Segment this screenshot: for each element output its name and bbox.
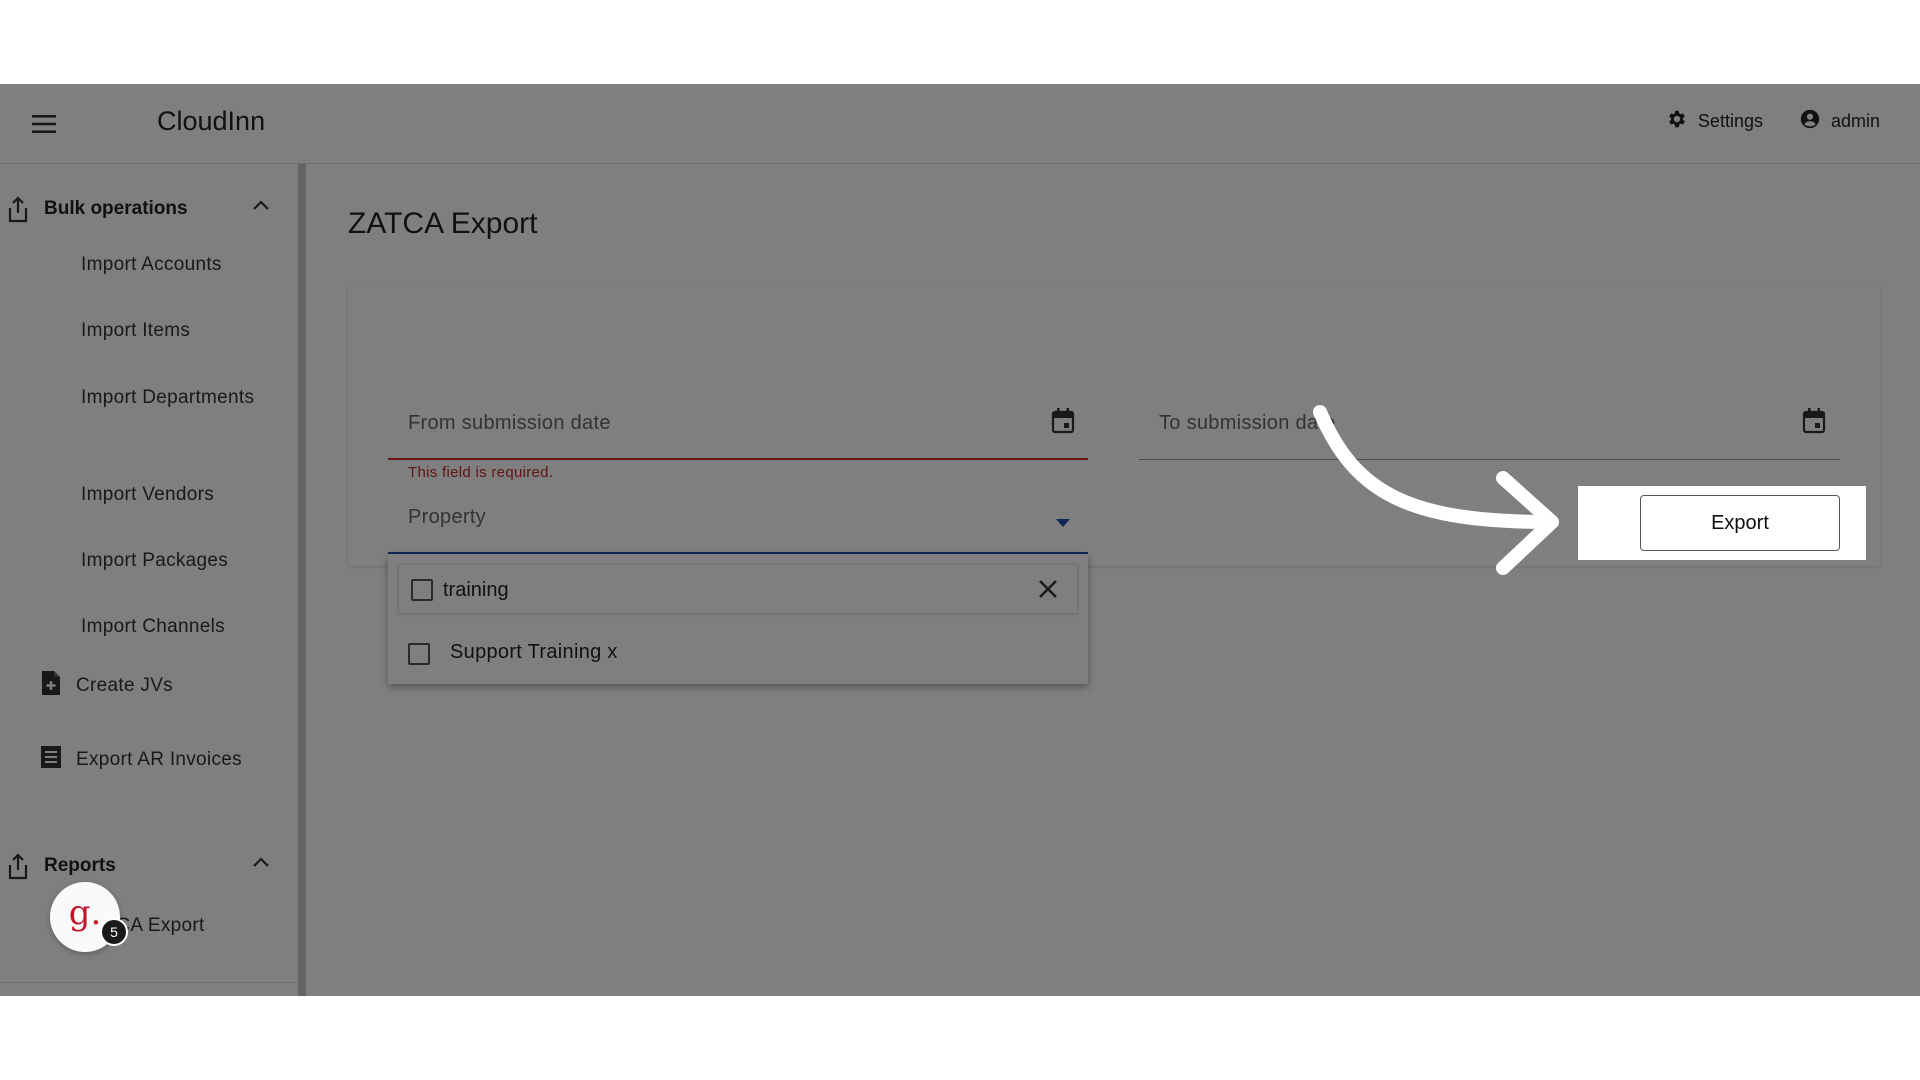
sidebar-group-reports[interactable]: Reports bbox=[0, 841, 290, 891]
calendar-icon[interactable] bbox=[1802, 408, 1826, 439]
app-title: CloudInn bbox=[157, 106, 266, 136]
sidebar-group-label: Bulk operations bbox=[44, 198, 188, 219]
sidebar-scrollbar[interactable] bbox=[298, 164, 306, 996]
sidebar-item-import-channels[interactable]: Import Channels bbox=[81, 612, 291, 642]
highlight-spotlight: Export bbox=[1578, 486, 1866, 560]
chevron-up-icon bbox=[252, 198, 270, 216]
dropdown-option[interactable]: Support Training x bbox=[388, 624, 1088, 684]
sidebar-divider bbox=[0, 982, 296, 983]
sidebar-item-import-departments[interactable]: Import Departments bbox=[81, 383, 291, 413]
file-plus-icon bbox=[40, 670, 62, 702]
from-submission-date-field[interactable]: From submission date bbox=[388, 370, 1088, 460]
sidebar-item-import-accounts[interactable]: Import Accounts bbox=[81, 250, 291, 280]
property-select[interactable]: Property bbox=[388, 464, 1088, 554]
sidebar-item-label: Export AR Invoices bbox=[76, 749, 242, 770]
menu-icon[interactable] bbox=[30, 110, 58, 138]
settings-button[interactable]: Settings bbox=[1666, 108, 1763, 135]
sidebar-item-label: Create JVs bbox=[76, 675, 173, 696]
top-actions: Settings admin bbox=[1666, 108, 1880, 135]
option-checkbox[interactable] bbox=[408, 643, 430, 665]
top-app-bar: CloudInn Settings admin bbox=[0, 84, 1920, 164]
share-upload-icon bbox=[6, 196, 30, 229]
export-button[interactable]: Export bbox=[1640, 495, 1840, 551]
property-dropdown-panel: Support Training x bbox=[388, 554, 1088, 684]
user-menu-button[interactable]: admin bbox=[1799, 108, 1880, 135]
sidebar-item-import-packages[interactable]: Import Packages bbox=[81, 546, 291, 576]
user-label: admin bbox=[1830, 111, 1880, 131]
gear-icon bbox=[1666, 108, 1688, 135]
notification-badge: 5 bbox=[100, 918, 128, 946]
sidebar-item-export-ar-invoices[interactable]: Export AR Invoices bbox=[40, 740, 242, 780]
app-screen: CloudInn Settings admin Bulk operations bbox=[0, 84, 1920, 996]
option-label: Support Training x bbox=[450, 641, 618, 663]
page-title: ZATCA Export bbox=[348, 207, 538, 240]
tutorial-arrow-icon bbox=[1313, 405, 1559, 575]
caret-down-icon bbox=[1056, 514, 1070, 532]
calendar-icon[interactable] bbox=[1051, 408, 1075, 439]
sidebar-item-import-items[interactable]: Import Items bbox=[81, 316, 291, 346]
field-underline bbox=[388, 458, 1088, 460]
sidebar-group-bulk-operations[interactable]: Bulk operations bbox=[0, 184, 290, 234]
avatar-letter: g. bbox=[68, 893, 102, 933]
dropdown-search-row bbox=[398, 564, 1078, 614]
list-document-icon bbox=[40, 745, 62, 775]
share-upload-icon bbox=[6, 853, 30, 886]
select-all-checkbox[interactable] bbox=[411, 579, 433, 601]
from-date-label: From submission date bbox=[408, 412, 611, 434]
chevron-up-icon bbox=[252, 855, 270, 873]
property-label: Property bbox=[408, 506, 486, 528]
sidebar-group-label: Reports bbox=[44, 855, 116, 876]
account-circle-icon bbox=[1799, 108, 1821, 135]
close-icon[interactable] bbox=[1037, 578, 1059, 605]
settings-label: Settings bbox=[1697, 111, 1763, 131]
sidebar-item-import-vendors[interactable]: Import Vendors bbox=[81, 480, 291, 510]
sidebar-item-create-jvs[interactable]: Create JVs bbox=[40, 666, 173, 706]
property-search-input[interactable] bbox=[443, 575, 1023, 605]
